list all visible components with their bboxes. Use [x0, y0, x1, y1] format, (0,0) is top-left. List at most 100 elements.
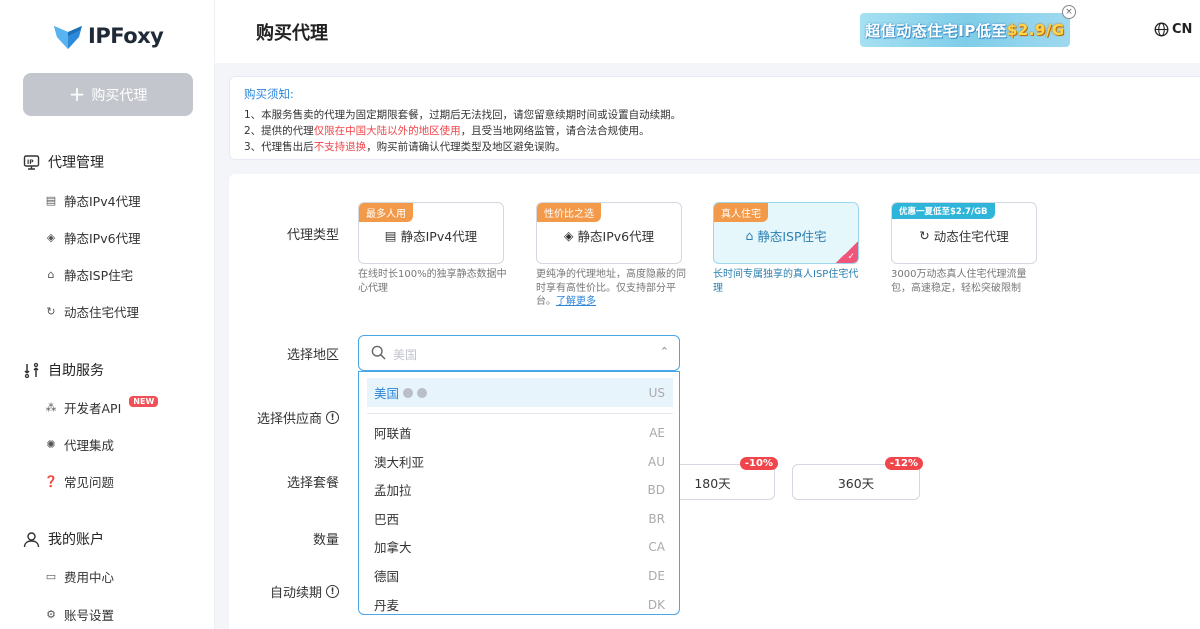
plan-label: 360天 — [837, 475, 875, 491]
notice-line-2: 2、提供的代理仅限在中国大陆以外的地区使用，且受当地网络监管，请合法合规使用。 — [244, 125, 650, 137]
proxy-type-name: 静态ISP住宅 — [757, 229, 827, 244]
sidebar-item-label: 动态住宅代理 — [64, 305, 140, 320]
language-switcher[interactable]: CN — [1154, 22, 1192, 37]
gear-icon: ⚙ — [46, 608, 56, 621]
self-service-icon — [24, 362, 39, 378]
sidebar-item-static-isp[interactable]: ⌂ 静态ISP住宅 — [45, 265, 134, 284]
logo-text: IPFoxy — [88, 24, 164, 48]
ipfoxy-logo-icon — [54, 26, 82, 49]
sidebar-item-faq[interactable]: ❓ 常见问题 — [44, 472, 114, 491]
tag-summer-promo: 优惠一夏低至$2.7/GB — [892, 203, 995, 219]
region-option-au[interactable]: 澳大利亚 AU — [367, 447, 673, 476]
tag-most-popular: 最多人用 — [359, 203, 413, 222]
server-icon: ▤ — [45, 194, 57, 207]
region-option-br[interactable]: 巴西 BR — [367, 504, 673, 533]
home-icon: ⌂ — [47, 268, 55, 281]
proxy-type-name: 静态IPv4代理 — [400, 229, 478, 244]
sidebar-item-label: 开发者API — [64, 401, 122, 416]
sidebar-item-label: 费用中心 — [64, 570, 115, 585]
fire-icon — [417, 387, 428, 398]
sidebar-item-label: 静态IPv6代理 — [64, 231, 141, 246]
region-option-dk[interactable]: 丹麦 DK — [367, 590, 673, 614]
refresh-icon: ↻ — [919, 228, 930, 243]
page-title: 购买代理 — [256, 23, 328, 44]
layers-icon: ◈ — [46, 231, 56, 244]
sidebar-item-static-ipv4[interactable]: ▤ 静态IPv4代理 — [45, 191, 141, 210]
region-option-us[interactable]: 美国 US — [367, 378, 673, 407]
region-option-de[interactable]: 德国 DE — [367, 561, 673, 590]
label-proxy-type: 代理类型 — [286, 228, 339, 243]
plan-360-days[interactable]: 360天 -12% — [792, 457, 923, 500]
label-provider: 选择供应商! — [229, 408, 339, 427]
label-plan: 选择套餐 — [286, 476, 339, 491]
sidebar-item-developer-api[interactable]: ⁂ 开发者API NEW — [45, 396, 159, 417]
tag-real-residential: 真人住宅 — [714, 203, 768, 222]
nav-group-proxy-management[interactable]: IP 代理管理 — [23, 152, 104, 172]
question-icon: ❓ — [44, 475, 58, 488]
promo-banner[interactable]: 超值动态住宅IP低至 $2.9/G — [860, 13, 1070, 47]
proxy-type-static-ipv6[interactable]: 性价比之选 ◈ 静态IPv6代理 — [536, 202, 682, 264]
nav-group-label: 我的账户 — [48, 532, 104, 548]
proxy-type-name: 静态IPv6代理 — [577, 229, 655, 244]
logo[interactable]: IPFoxy — [52, 22, 164, 50]
user-icon — [23, 531, 40, 547]
nav-group-label: 自助服务 — [48, 363, 104, 379]
promo-text: 超值动态住宅IP低至 — [865, 21, 1007, 40]
notice-line-1: 1、本服务售卖的代理为固定期限套餐，过期后无法找回，请您留意续期时间或设置自动续… — [244, 109, 682, 121]
proxy-type-desc: 更纯净的代理地址，高度隐蔽的同时享有高性价比。仅支持部分平台。了解更多 — [536, 269, 686, 307]
proxy-type-desc: 长时间专属独享的真人ISP住宅代理 — [713, 269, 859, 294]
plan-label: 180天 — [694, 475, 731, 491]
notice-line-3: 3、代理售出后不支持退换，购买前请确认代理类型及地区避免误购。 — [244, 141, 566, 153]
card-icon: ▭ — [45, 570, 57, 583]
sidebar: IPFoxy + 购买代理 IP 代理管理 ▤ 静态IPv4代理 ◈ 静态IPv… — [0, 0, 215, 629]
proxy-type-name: 动态住宅代理 — [933, 229, 1009, 244]
nav-group-self-service[interactable]: 自助服务 — [23, 360, 104, 380]
region-select[interactable]: 美国 ⌃ — [358, 335, 680, 371]
label-quantity: 数量 — [312, 533, 339, 548]
buy-proxy-label: 购买代理 — [91, 87, 148, 104]
learn-more-link[interactable]: 了解更多 — [556, 296, 596, 307]
top-header: 购买代理 超值动态住宅IP低至 $2.9/G × CN — [215, 0, 1200, 63]
label-auto-renew: 自动续期! — [229, 582, 339, 601]
purchase-notice: 购买须知: 1、本服务售卖的代理为固定期限套餐，过期后无法找回，请您留意续期时间… — [229, 76, 1200, 160]
new-badge: NEW — [129, 396, 159, 407]
region-search-input[interactable]: 美国 — [393, 346, 417, 363]
proxy-type-dynamic-residential[interactable]: 优惠一夏低至$2.7/GB ↻ 动态住宅代理 — [891, 202, 1037, 264]
sidebar-item-label: 账号设置 — [64, 608, 115, 623]
api-icon: ⁂ — [45, 401, 57, 414]
refresh-icon: ↻ — [46, 305, 56, 318]
notice-title: 购买须知: — [244, 87, 294, 101]
globe-icon — [1154, 22, 1169, 37]
buy-proxy-button[interactable]: + 购买代理 — [23, 73, 193, 116]
proxy-type-desc: 3000万动态真人住宅代理流量包，高速稳定，轻松突破限制 — [891, 269, 1027, 294]
layers-icon: ◈ — [563, 228, 574, 243]
nav-group-label: 代理管理 — [48, 155, 104, 171]
tag-best-value: 性价比之选 — [537, 203, 601, 222]
discount-badge: -12% — [884, 457, 923, 470]
search-icon — [371, 345, 386, 360]
region-option-bd[interactable]: 孟加拉 BD — [367, 475, 673, 504]
sidebar-item-label: 代理集成 — [64, 438, 115, 453]
region-option-ca[interactable]: 加拿大 CA — [367, 532, 673, 561]
proxy-type-static-isp[interactable]: 真人住宅 ⌂ 静态ISP住宅 ✓ — [713, 202, 859, 264]
clock-icon — [403, 387, 414, 398]
sidebar-item-label: 静态IPv4代理 — [64, 194, 141, 209]
sidebar-item-billing[interactable]: ▭ 费用中心 — [45, 567, 114, 586]
proxy-type-static-ipv4[interactable]: 最多人用 ▤ 静态IPv4代理 — [358, 202, 504, 264]
integration-icon: ✺ — [46, 438, 56, 451]
sidebar-item-static-ipv6[interactable]: ◈ 静态IPv6代理 — [45, 228, 141, 247]
nav-group-my-account[interactable]: 我的账户 — [23, 529, 104, 549]
label-region: 选择地区 — [286, 348, 339, 363]
sidebar-item-dynamic-residential[interactable]: ↻ 动态住宅代理 — [45, 302, 139, 321]
server-icon: ▤ — [384, 228, 397, 243]
info-icon[interactable]: ! — [326, 411, 339, 424]
sidebar-item-account-settings[interactable]: ⚙ 账号设置 — [45, 605, 114, 624]
home-icon: ⌂ — [745, 228, 754, 243]
info-icon[interactable]: ! — [326, 585, 339, 598]
proxy-type-desc: 在线时长100%的独享静态数据中心代理 — [358, 269, 507, 294]
sidebar-item-proxy-integration[interactable]: ✺ 代理集成 — [45, 435, 114, 454]
region-option-ae[interactable]: 阿联酋 AE — [367, 418, 673, 447]
svg-text:IP: IP — [27, 159, 34, 166]
dropdown-divider — [367, 413, 673, 414]
promo-close-icon[interactable]: × — [1062, 5, 1076, 19]
